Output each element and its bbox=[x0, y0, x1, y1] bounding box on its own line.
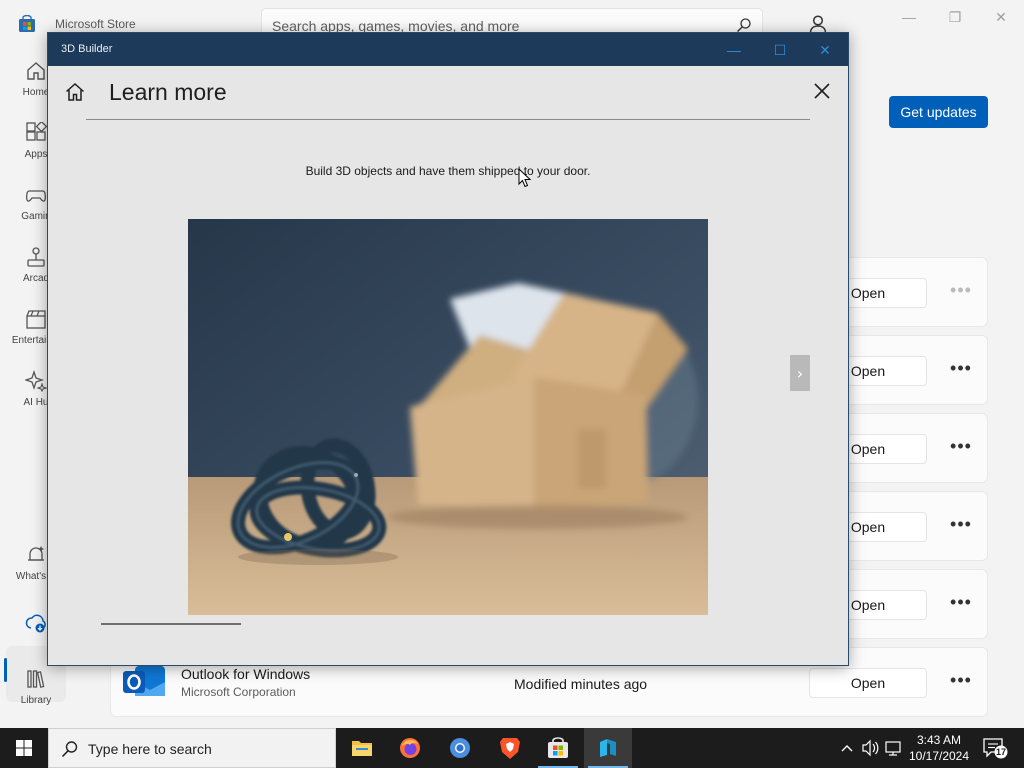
bell-sparkle-icon bbox=[28, 546, 44, 561]
chromium-icon bbox=[450, 738, 470, 758]
more-options-button[interactable]: ••• bbox=[947, 436, 975, 462]
mouse-cursor-icon bbox=[518, 168, 532, 188]
builder-minimize-button[interactable]: — bbox=[723, 40, 745, 60]
feature-description: Build 3D objects and have them shipped t… bbox=[305, 164, 591, 178]
store-logo-icon bbox=[19, 15, 35, 32]
more-options-button[interactable]: ••• bbox=[947, 358, 975, 384]
store-close-button[interactable]: ✕ bbox=[986, 8, 1016, 26]
search-icon[interactable] bbox=[736, 17, 752, 33]
apps-icon bbox=[26, 122, 47, 141]
nav-item-label: Library bbox=[20, 695, 52, 706]
3d-builder-window: 3D Builder — ☐ ✕ Learn more Build 3D obj… bbox=[47, 32, 849, 666]
home-icon bbox=[27, 62, 45, 80]
home-icon[interactable] bbox=[64, 81, 86, 103]
page-title: Learn more bbox=[109, 79, 227, 105]
header-divider bbox=[86, 119, 810, 120]
app-name: Outlook for Windows bbox=[181, 666, 311, 682]
next-slide-button[interactable]: › bbox=[790, 355, 810, 391]
taskbar-file-explorer[interactable] bbox=[338, 728, 386, 768]
more-options-button[interactable]: ••• bbox=[947, 592, 975, 618]
clock-date: 10/17/2024 bbox=[908, 749, 970, 763]
speaker-icon[interactable] bbox=[860, 728, 880, 768]
more-options-button[interactable]: ••• bbox=[947, 670, 975, 696]
library-icon bbox=[27, 670, 45, 688]
taskbar-search-text: Type here to search bbox=[88, 741, 212, 757]
clapperboard-icon bbox=[26, 310, 46, 329]
chevron-up-icon[interactable] bbox=[838, 728, 856, 768]
get-updates-button[interactable]: Get updates bbox=[889, 96, 988, 128]
sparkle-icon bbox=[25, 370, 47, 392]
store-minimize-button[interactable]: — bbox=[894, 8, 924, 26]
slide-progress-track bbox=[101, 623, 241, 625]
taskbar-3d-builder[interactable] bbox=[584, 728, 632, 768]
notification-count-badge: 17 bbox=[995, 747, 1006, 757]
builder-close-button[interactable]: ✕ bbox=[814, 40, 836, 60]
windows-start-icon[interactable] bbox=[0, 728, 48, 768]
builder-window-title: 3D Builder bbox=[61, 43, 113, 55]
nav-item-library[interactable]: Library bbox=[0, 668, 72, 720]
store-maximize-button[interactable]: ❐ bbox=[940, 8, 970, 26]
network-icon[interactable] bbox=[884, 728, 904, 768]
taskbar-brave[interactable] bbox=[486, 728, 534, 768]
taskbar-search-box[interactable]: Type here to search bbox=[48, 728, 336, 768]
builder-titlebar: 3D Builder — ☐ ✕ bbox=[48, 33, 848, 66]
store-title: Microsoft Store bbox=[55, 17, 136, 31]
app-modified-status: Modified minutes ago bbox=[514, 676, 648, 692]
open-app-button[interactable]: Open bbox=[809, 668, 927, 698]
system-clock[interactable]: 3:43 AM 10/17/2024 bbox=[902, 732, 976, 764]
folder-icon bbox=[352, 741, 372, 756]
taskbar-firefox[interactable] bbox=[386, 728, 434, 768]
3d-builder-icon bbox=[600, 739, 616, 757]
outlook-icon bbox=[123, 666, 165, 696]
taskbar-chromium[interactable] bbox=[436, 728, 484, 768]
gamepad-icon bbox=[25, 190, 47, 202]
brave-icon bbox=[500, 738, 520, 759]
close-icon[interactable] bbox=[812, 81, 832, 101]
builder-maximize-button[interactable]: ☐ bbox=[769, 40, 791, 60]
shipped-3d-object-photo bbox=[188, 219, 708, 615]
more-options-button[interactable]: ••• bbox=[947, 280, 975, 306]
clock-time: 3:43 AM bbox=[916, 733, 962, 747]
joystick-icon bbox=[27, 247, 45, 267]
taskbar-microsoft-store[interactable] bbox=[534, 728, 582, 768]
cloud-download-icon bbox=[25, 614, 46, 633]
taskbar: Type here to search 3:43 AM 10/17/2024 1… bbox=[0, 728, 1024, 768]
notification-center-button[interactable]: 17 bbox=[982, 736, 1008, 760]
app-publisher: Microsoft Corporation bbox=[181, 685, 296, 699]
store-icon bbox=[548, 737, 568, 758]
search-icon bbox=[61, 741, 78, 758]
slide-progress-fill bbox=[101, 623, 241, 625]
firefox-icon bbox=[400, 738, 420, 758]
more-options-button[interactable]: ••• bbox=[947, 514, 975, 540]
